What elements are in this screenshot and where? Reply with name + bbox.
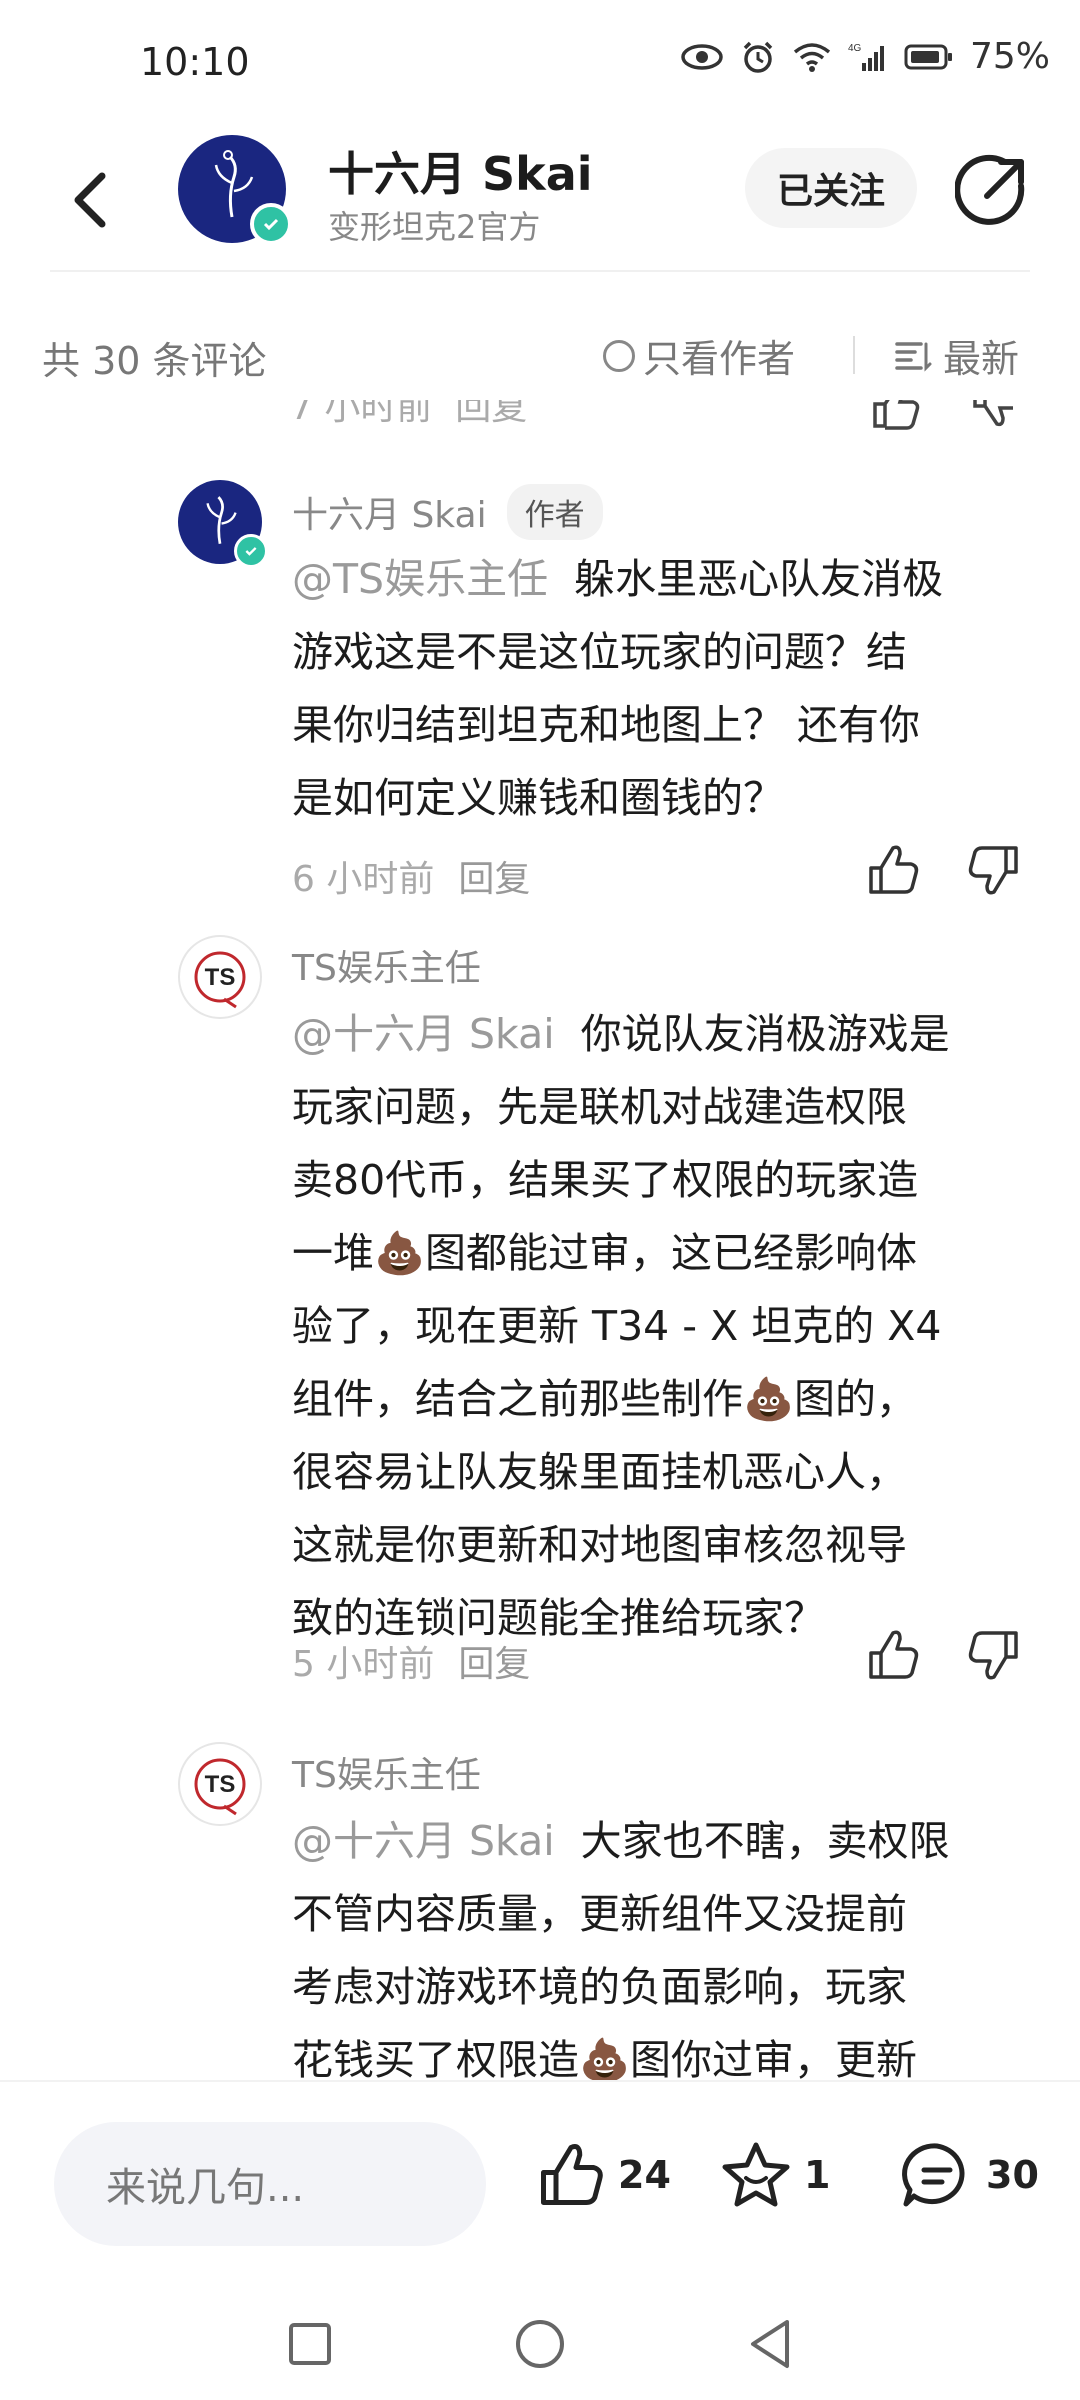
filter-row: 共 30 条评论 只看作者 最新 <box>0 300 1080 400</box>
comment-list[interactable]: 7 小时前 回复 十六月 Skai 作者 @TS娱乐主任 躲水里恶心队友消极 游戏… <box>0 400 1080 2080</box>
triangle-back-icon <box>751 2320 789 2368</box>
wifi-icon <box>793 42 831 72</box>
back-nav-button[interactable] <box>738 2312 802 2376</box>
clipped-comment-meta: 7 小时前 回复 <box>290 400 1050 448</box>
svg-text:TS: TS <box>205 1771 236 1798</box>
author-only-toggle[interactable]: 只看作者 <box>603 328 795 383</box>
sort-button[interactable]: 最新 <box>893 328 1019 383</box>
filter-divider <box>853 336 855 374</box>
comment-total: 30 <box>986 2153 1039 2197</box>
square-icon <box>289 2323 331 2365</box>
circle-icon <box>516 2320 564 2368</box>
comment-action[interactable]: 30 <box>900 2140 1039 2210</box>
mention-link[interactable]: @十六月 Skai <box>292 1010 555 1058</box>
battery-icon <box>904 44 952 69</box>
recents-button[interactable] <box>278 2312 342 2376</box>
ts-logo-icon: TS <box>194 1758 246 1816</box>
battery-percent: 75% <box>969 36 1050 77</box>
share-icon <box>954 154 1025 225</box>
author-only-label: 只看作者 <box>643 337 796 381</box>
alarm-icon <box>743 41 773 73</box>
thumbs-up-icon[interactable] <box>865 1627 921 1683</box>
verified-badge <box>250 203 292 245</box>
comment-text[interactable]: @十六月 Skai 大家也不瞎，卖权限 不管内容质量，更新组件又没提前 考虑对游戏… <box>292 1805 1032 2080</box>
back-button[interactable] <box>60 170 120 230</box>
comment-text[interactable]: @TS娱乐主任 躲水里恶心队友消极 游戏这是不是这位玩家的问题？结 果你归结到坦克… <box>292 543 1032 835</box>
follow-button[interactable]: 已关注 <box>745 148 917 228</box>
comment-bubble-icon <box>902 2143 965 2207</box>
header: 十六月 Skai 变形坦克2官方 已关注 <box>0 130 1080 270</box>
mention-link[interactable]: @十六月 Skai <box>292 1817 555 1865</box>
radio-icon <box>603 339 635 372</box>
header-subtitle: 变形坦克2官方 <box>328 208 541 246</box>
header-name[interactable]: 十六月 Skai <box>328 138 593 204</box>
sort-list-icon <box>895 341 932 372</box>
comment-author[interactable]: 十六月 Skai <box>292 486 487 538</box>
avatar[interactable]: TS <box>178 935 262 1019</box>
system-nav-bar <box>0 2290 1080 2400</box>
sort-label: 最新 <box>943 337 1020 381</box>
comment-count: 共 30 条评论 <box>42 339 267 383</box>
eye-icon <box>681 43 723 70</box>
share-button[interactable] <box>954 152 1031 228</box>
favorite-count: 1 <box>804 2153 831 2197</box>
reply-link[interactable]: 回复 <box>458 850 530 902</box>
avatar[interactable] <box>178 135 292 245</box>
comment-text[interactable]: @十六月 Skai 你说队友消极游戏是 玩家问题，先是联机对战建造权限 卖80代币… <box>292 998 1032 1655</box>
reply-link[interactable]: 回复 <box>458 1635 530 1687</box>
thumbs-up-icon[interactable] <box>865 400 1015 430</box>
comment-author[interactable]: TS娱乐主任 <box>292 939 481 991</box>
thumbs-down-icon[interactable] <box>966 1627 1022 1683</box>
back-arrow-icon <box>74 172 106 228</box>
signal-icon: 4G <box>848 43 884 71</box>
comment-author[interactable]: TS娱乐主任 <box>292 1746 481 1798</box>
check-icon <box>263 218 279 231</box>
author-tag: 作者 <box>506 484 603 540</box>
status-bar: 10:10 4G 75% <box>0 0 1080 130</box>
status-time: 10:10 <box>140 40 250 84</box>
comment-input[interactable]: 来说几句... <box>54 2122 486 2246</box>
comment-time: 5 小时前 <box>292 1644 435 1685</box>
thumbs-down-icon[interactable] <box>966 842 1022 898</box>
favorite-action[interactable]: 1 <box>720 2140 830 2210</box>
comment-time: 6 小时前 <box>292 859 435 900</box>
comment-time: 7 小时前 <box>290 400 433 428</box>
svg-text:TS: TS <box>205 964 236 991</box>
svg-text:4G: 4G <box>848 43 862 54</box>
ts-logo-icon: TS <box>194 951 246 1009</box>
status-icons: 4G 75% <box>680 36 1050 77</box>
thumbs-up-icon <box>541 2144 603 2205</box>
like-count: 24 <box>618 2153 671 2197</box>
like-action[interactable]: 24 <box>536 2140 671 2210</box>
avatar[interactable] <box>178 480 268 568</box>
avatar[interactable]: TS <box>178 1742 262 1826</box>
reply-link[interactable]: 回复 <box>455 400 527 428</box>
bottom-action-bar: 来说几句... 24 1 30 <box>0 2080 1080 2292</box>
check-icon <box>245 547 257 556</box>
header-divider <box>50 270 1030 272</box>
mention-link[interactable]: @TS娱乐主任 <box>292 555 548 603</box>
thumbs-up-icon[interactable] <box>865 842 921 898</box>
verified-badge <box>234 534 268 568</box>
home-button[interactable] <box>508 2312 572 2376</box>
star-icon <box>722 2142 790 2207</box>
